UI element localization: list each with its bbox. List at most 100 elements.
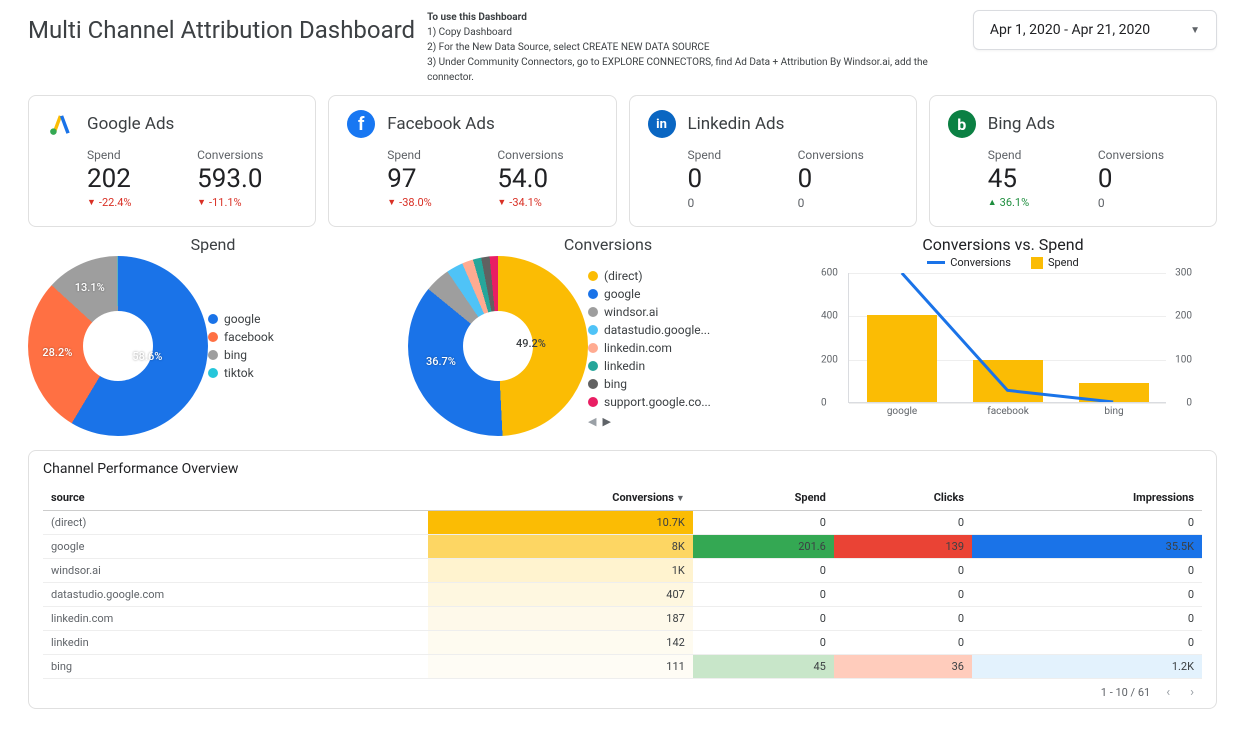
- cell: 407: [428, 583, 692, 607]
- cell: 0: [972, 583, 1202, 607]
- y-right-tick: 0: [1186, 398, 1192, 409]
- table-row[interactable]: linkedin142000: [43, 631, 1202, 655]
- cell: linkedin: [43, 631, 428, 655]
- y-right-tick: 100: [1175, 354, 1192, 365]
- conversions-label: Conversions: [197, 148, 297, 162]
- cell: bing: [43, 655, 428, 679]
- legend-label: tiktok: [224, 366, 254, 380]
- legend-prev-icon[interactable]: ◀: [588, 415, 596, 428]
- conversions-chart-title: Conversions: [408, 235, 808, 254]
- cell: 201.6: [693, 535, 834, 559]
- cell: 0: [834, 631, 972, 655]
- legend-item[interactable]: facebook: [208, 330, 274, 344]
- prev-page-button[interactable]: ‹: [1162, 685, 1174, 700]
- instruction-line: 3) Under Community Connectors, go to EXP…: [427, 55, 961, 85]
- conversions-legend: (direct) google windsor.ai datastudio.googl…: [588, 265, 711, 428]
- line-swatch-icon: [927, 261, 945, 264]
- cell: 0: [693, 559, 834, 583]
- instructions-block: To use this Dashboard 1) Copy Dashboard …: [427, 10, 961, 85]
- col-source[interactable]: source: [43, 485, 428, 511]
- cell: google: [43, 535, 428, 559]
- legend-label: windsor.ai: [604, 305, 658, 319]
- legend-item[interactable]: (direct): [588, 269, 711, 283]
- spend-delta: ▲ 36.1%: [988, 196, 1088, 209]
- table-row[interactable]: google8K201.613935.5K: [43, 535, 1202, 559]
- next-page-button[interactable]: ›: [1186, 685, 1198, 700]
- table-row[interactable]: datastudio.google.com407000: [43, 583, 1202, 607]
- legend-next-icon[interactable]: ▶: [602, 415, 610, 428]
- legend-item[interactable]: google: [208, 312, 274, 326]
- col-impressions[interactable]: Impressions: [972, 485, 1202, 511]
- cell: 36: [834, 655, 972, 679]
- caret-down-icon: ▼: [1190, 25, 1200, 36]
- legend-label: linkedin: [604, 359, 645, 373]
- legend-item[interactable]: bing: [208, 348, 274, 362]
- cell: 0: [834, 607, 972, 631]
- legend-label: linkedin.com: [604, 341, 672, 355]
- col-spend[interactable]: Spend: [693, 485, 834, 511]
- table-row[interactable]: windsor.ai1K000: [43, 559, 1202, 583]
- spend-donut-chart: 58.6% 28.2% 13.1%: [28, 256, 208, 436]
- facebook-ads-icon: f: [347, 110, 375, 138]
- table-row[interactable]: bing11145361.2K: [43, 655, 1202, 679]
- sort-desc-icon: ▼: [676, 494, 685, 504]
- slice-label: 49.2%: [516, 337, 546, 350]
- legend-label: bing: [604, 377, 627, 391]
- legend-item[interactable]: tiktok: [208, 366, 274, 380]
- cell: linkedin.com: [43, 607, 428, 631]
- channel-performance-table-card: Channel Performance Overview source Conv…: [28, 450, 1217, 709]
- col-conversions[interactable]: Conversions▼: [428, 485, 692, 511]
- slice-label: 36.7%: [426, 355, 456, 368]
- swatch-icon: [588, 379, 598, 389]
- combo-chart-area: 00200100400200600300googlefacebookbing: [848, 273, 1166, 403]
- cell: 0: [972, 631, 1202, 655]
- y-left-tick: 0: [821, 398, 827, 409]
- spend-chart-title: Spend: [28, 235, 398, 254]
- legend-item[interactable]: google: [588, 287, 711, 301]
- swatch-icon: [588, 289, 598, 299]
- legend-item[interactable]: support.google.co...: [588, 395, 711, 409]
- combo-chart-title: Conversions vs. Spend: [818, 235, 1188, 254]
- metric-card-bing-ads: bBing AdsSpend45▲ 36.1%Conversions0 0: [929, 95, 1217, 227]
- card-title: Linkedin Ads: [688, 114, 785, 134]
- metric-card-google-ads: Google AdsSpend202▼ -22.4%Conversions593…: [28, 95, 316, 227]
- cell: 142: [428, 631, 692, 655]
- legend-label: Spend: [1048, 256, 1079, 269]
- metric-card-linkedin-ads: inLinkedin AdsSpend0 0Conversions0 0: [629, 95, 917, 227]
- legend-item[interactable]: linkedin.com: [588, 341, 711, 355]
- spend-delta: ▼ -22.4%: [87, 196, 187, 209]
- cell: 187: [428, 607, 692, 631]
- box-swatch-icon: [1031, 257, 1043, 269]
- legend-label: facebook: [224, 330, 274, 344]
- conversions-donut-chart: 49.2% 36.7%: [408, 256, 588, 436]
- cell: 8K: [428, 535, 692, 559]
- x-tick: facebook: [987, 406, 1029, 417]
- metric-card-facebook-ads: fFacebook AdsSpend97▼ -38.0%Conversions5…: [328, 95, 616, 227]
- date-range-picker[interactable]: Apr 1, 2020 - Apr 21, 2020 ▼: [973, 10, 1217, 50]
- table-row[interactable]: (direct)10.7K000: [43, 511, 1202, 535]
- slice-label: 28.2%: [42, 346, 72, 359]
- cell: 0: [834, 559, 972, 583]
- cell: 0: [972, 607, 1202, 631]
- legend-item[interactable]: linkedin: [588, 359, 711, 373]
- legend-item[interactable]: bing: [588, 377, 711, 391]
- cell: 0: [834, 511, 972, 535]
- bing-ads-icon: b: [948, 110, 976, 138]
- combo-legend: Conversions Spend: [818, 256, 1188, 269]
- cell: (direct): [43, 511, 428, 535]
- card-title: Google Ads: [87, 114, 174, 134]
- col-clicks[interactable]: Clicks: [834, 485, 972, 511]
- cell: 10.7K: [428, 511, 692, 535]
- spend-label: Spend: [688, 148, 788, 162]
- cell: 0: [693, 631, 834, 655]
- y-left-tick: 200: [821, 354, 838, 365]
- spend-legend: google facebook bing tiktok: [208, 308, 274, 384]
- google-ads-icon: [47, 110, 75, 138]
- legend-item[interactable]: windsor.ai: [588, 305, 711, 319]
- swatch-icon: [588, 325, 598, 335]
- y-left-tick: 600: [821, 268, 838, 279]
- legend-item[interactable]: datastudio.google...: [588, 323, 711, 337]
- cell: windsor.ai: [43, 559, 428, 583]
- cell: 35.5K: [972, 535, 1202, 559]
- table-row[interactable]: linkedin.com187000: [43, 607, 1202, 631]
